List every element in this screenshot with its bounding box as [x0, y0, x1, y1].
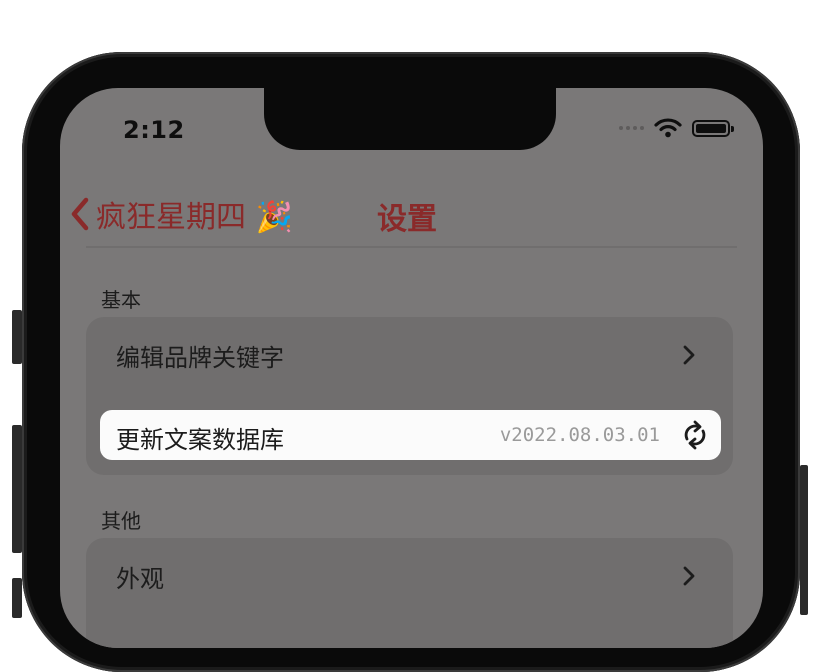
chevron-right-icon: [683, 566, 695, 586]
device-notch: [264, 88, 556, 150]
chevron-left-icon: [71, 197, 89, 231]
battery-icon: [692, 119, 734, 137]
power-button: [800, 465, 808, 615]
database-version: v2022.08.03.01: [499, 424, 660, 446]
row-label: 更新文案数据库: [116, 426, 284, 454]
volume-up-button: [12, 425, 22, 553]
status-icons: [619, 118, 734, 138]
sync-icon[interactable]: [681, 420, 709, 450]
silent-switch: [12, 310, 22, 364]
back-button-label: 疯狂星期四 🎉: [96, 200, 293, 235]
back-button[interactable]: 疯狂星期四 🎉: [70, 192, 293, 236]
app-screen: 2:12 疯狂星期四 🎉 设置 基本 编辑品牌关键字 更新文案数据库 v2022…: [60, 88, 763, 648]
section-header-other: 其他: [101, 509, 141, 533]
nav-divider: [86, 246, 737, 248]
section-header-basic: 基本: [101, 288, 141, 312]
update-copy-database-row[interactable]: 更新文案数据库 v2022.08.03.01: [100, 410, 721, 460]
row-label: 编辑品牌关键字: [116, 343, 284, 372]
wifi-icon: [654, 118, 682, 138]
page-title: 设置: [377, 202, 437, 237]
status-time: 2:12: [123, 116, 185, 144]
cellular-signal-icon: [619, 126, 644, 130]
row-label: 外观: [116, 564, 164, 593]
appearance-row[interactable]: 外观: [86, 550, 733, 602]
volume-down-button: [12, 578, 22, 618]
other-settings-group: 外观: [86, 538, 733, 648]
chevron-right-icon: [683, 345, 695, 365]
edit-brand-keywords-row[interactable]: 编辑品牌关键字: [86, 329, 733, 381]
